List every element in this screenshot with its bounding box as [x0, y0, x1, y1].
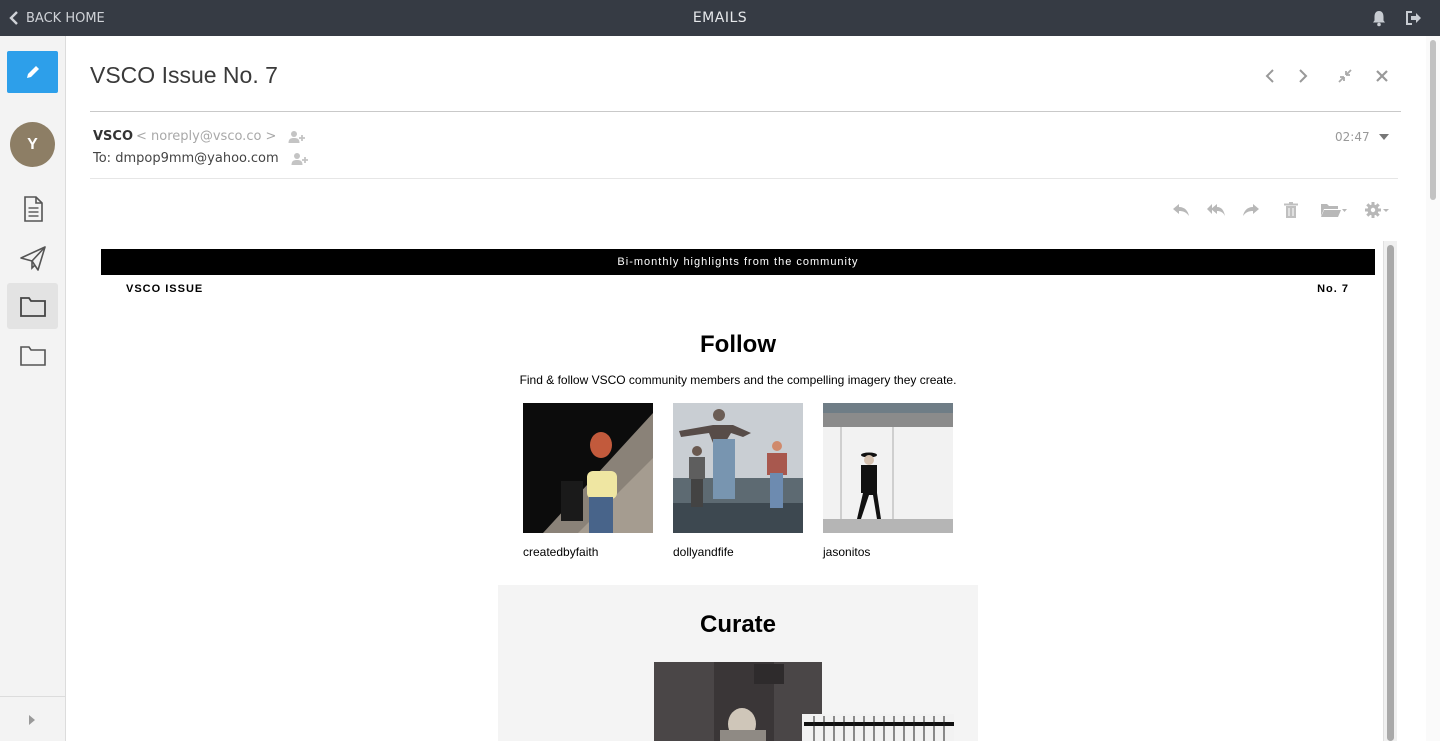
sidebar-divider	[0, 696, 65, 697]
move-to-folder-icon[interactable]	[1320, 201, 1348, 219]
member-photo[interactable]	[823, 403, 953, 533]
document-icon	[23, 196, 43, 222]
sender-line: VSCO < noreply@vsco.co >	[93, 129, 306, 144]
sidebar: Y	[0, 36, 66, 741]
next-message-icon[interactable]	[1294, 67, 1312, 85]
send-icon	[19, 246, 46, 271]
curate-section: Curate	[498, 585, 978, 741]
add-contact-icon[interactable]	[288, 130, 306, 144]
recipient-line: To: dmpop9mm@yahoo.com	[93, 151, 309, 166]
email-subject: VSCO Issue No. 7	[90, 62, 278, 88]
bell-icon[interactable]	[1370, 9, 1388, 27]
sender-address: < noreply@vsco.co >	[136, 129, 277, 144]
reply-icon[interactable]	[1171, 201, 1191, 219]
curate-heading: Curate	[699, 611, 777, 638]
back-home-label: BACK HOME	[26, 10, 105, 26]
avatar[interactable]: Y	[10, 122, 55, 167]
close-icon[interactable]	[1373, 67, 1391, 85]
member-name[interactable]: dollyandfife	[673, 545, 734, 559]
member-photo[interactable]	[673, 403, 803, 533]
app-title: EMAILS	[692, 10, 748, 26]
expand-sidebar-icon[interactable]	[26, 713, 38, 727]
email-body-scrollbar[interactable]	[1383, 241, 1397, 741]
email-time: 02:47	[1335, 130, 1370, 144]
sidebar-item-folder-active[interactable]	[7, 283, 58, 329]
meta-divider	[90, 178, 1398, 179]
logout-icon[interactable]	[1404, 9, 1422, 27]
chevron-down-icon[interactable]	[1378, 133, 1390, 141]
reply-all-icon[interactable]	[1206, 201, 1226, 219]
previous-message-icon[interactable]	[1261, 67, 1279, 85]
minimize-icon[interactable]	[1336, 67, 1354, 85]
trash-icon[interactable]	[1281, 201, 1301, 219]
member-name[interactable]: createdbyfaith	[523, 545, 598, 559]
page-scrollbar[interactable]	[1426, 36, 1440, 741]
member-photo[interactable]	[523, 403, 653, 533]
top-bar: BACK HOME EMAILS	[0, 0, 1440, 36]
sender-name: VSCO	[93, 129, 134, 144]
curated-photo[interactable]	[654, 662, 954, 741]
header-divider	[90, 111, 1401, 112]
member-name[interactable]: jasonitos	[823, 545, 870, 559]
chevron-left-icon	[9, 11, 18, 25]
email-body-scroll-thumb[interactable]	[1387, 245, 1394, 741]
sidebar-item-sent[interactable]	[7, 235, 58, 281]
gear-icon[interactable]	[1364, 201, 1390, 219]
sidebar-item-folder[interactable]	[7, 332, 58, 378]
add-contact-icon[interactable]	[291, 152, 309, 166]
issue-number: No. 7	[1317, 283, 1349, 295]
sidebar-item-documents[interactable]	[7, 186, 58, 232]
pencil-icon	[26, 66, 39, 78]
follow-description: Find & follow VSCO community members and…	[519, 373, 957, 387]
issue-label: VSCO ISSUE	[126, 283, 204, 295]
back-home-button[interactable]: BACK HOME	[8, 0, 105, 36]
compose-button[interactable]	[7, 51, 58, 93]
page-scroll-thumb[interactable]	[1430, 40, 1436, 200]
forward-icon[interactable]	[1241, 201, 1261, 219]
newsletter-banner: Bi-monthly highlights from the community	[101, 249, 1375, 275]
follow-heading: Follow	[700, 331, 776, 358]
email-body: Bi-monthly highlights from the community…	[101, 249, 1375, 741]
folder-icon	[19, 346, 46, 366]
recipient-address: To: dmpop9mm@yahoo.com	[93, 151, 279, 166]
folder-icon	[19, 297, 46, 317]
